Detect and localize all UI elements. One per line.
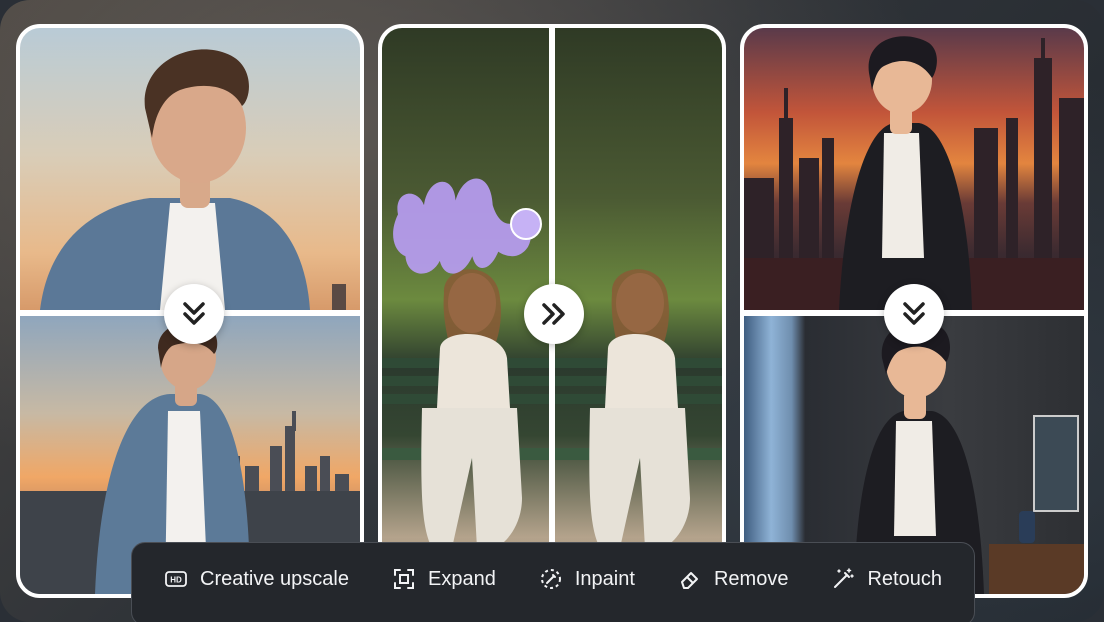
tool-label: Creative upscale (200, 567, 349, 590)
tool-remove[interactable]: Remove (678, 567, 788, 591)
remove-example-card (378, 24, 726, 598)
hd-icon: HD (165, 571, 187, 587)
tool-label: Retouch (867, 567, 942, 590)
upscale-before-photo (20, 28, 360, 310)
showcase-frame: HD Creative upscale Expand Inpaint Remov… (0, 0, 1104, 622)
retouch-before-image (744, 28, 1084, 310)
tool-retouch[interactable]: Retouch (831, 567, 942, 591)
chevron-double-right-icon (542, 303, 565, 325)
tool-creative-upscale[interactable]: HD Creative upscale (164, 567, 349, 591)
inpaint-icon (540, 569, 561, 589)
tool-label: Remove (713, 567, 789, 590)
feature-toolbar: HD Creative upscale Expand Inpaint Remov… (131, 542, 975, 622)
svg-text:HD: HD (170, 576, 182, 585)
eraser-icon (680, 572, 698, 589)
tool-expand[interactable]: Expand (392, 567, 496, 591)
tool-label: Expand (428, 567, 496, 590)
expand-icon (394, 569, 414, 589)
down-arrow-button[interactable] (164, 284, 224, 344)
chevron-double-down-icon (903, 302, 925, 325)
down-arrow-button[interactable] (884, 284, 944, 344)
chevron-double-down-icon (183, 302, 205, 325)
magic-wand-icon (834, 568, 855, 588)
compare-arrow-button[interactable] (524, 284, 584, 344)
tool-label: Inpaint (574, 567, 635, 590)
retouch-example-card (740, 24, 1088, 598)
upscale-example-card (16, 24, 364, 598)
brush-cursor (510, 208, 542, 240)
tool-inpaint[interactable]: Inpaint (539, 567, 635, 591)
